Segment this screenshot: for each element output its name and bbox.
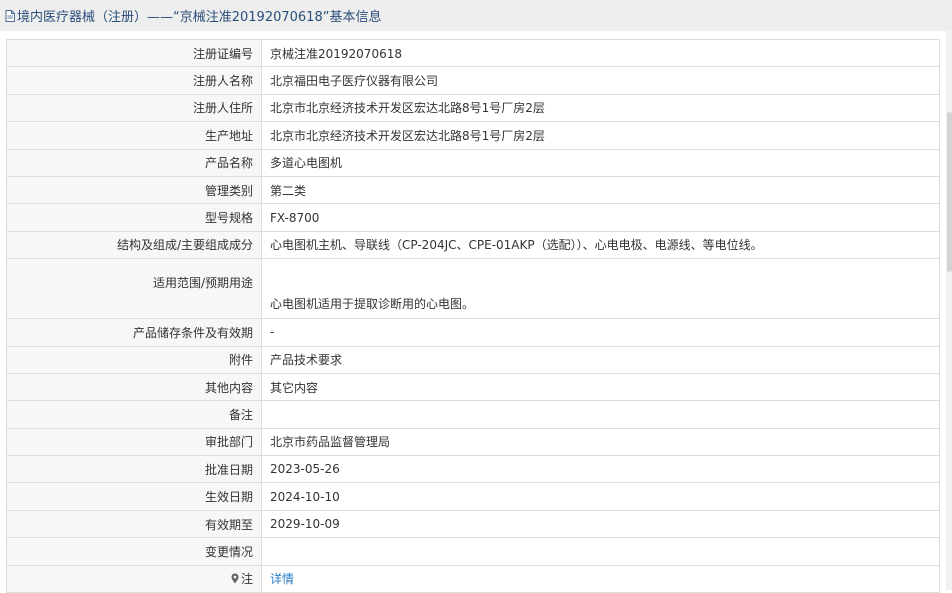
table-row: 注册人住所 北京市北京经济技术开发区宏达北路8号1号厂房2层 xyxy=(6,93,940,123)
table-row: 生效日期 2024-10-10 xyxy=(6,482,940,511)
field-value: 第二类 xyxy=(261,175,940,205)
field-label: 备注 xyxy=(6,400,262,429)
field-label: 注册人住所 xyxy=(6,93,262,123)
table-row: 型号规格 FX-8700 xyxy=(6,203,940,232)
field-value: 多道心电图机 xyxy=(261,148,940,177)
table-row: 产品储存条件及有效期 - xyxy=(6,318,940,347)
document-icon xyxy=(5,9,15,22)
field-label: 型号规格 xyxy=(6,203,262,232)
table-row: 管理类别 第二类 xyxy=(6,175,940,205)
field-label: 生产地址 xyxy=(6,121,262,150)
page-header: 境内医疗器械（注册）——“京械注准20192070618”基本信息 xyxy=(0,0,952,31)
field-label: 注册人名称 xyxy=(6,66,262,95)
page-title: 境内医疗器械（注册）——“京械注准20192070618”基本信息 xyxy=(17,10,382,25)
table-row: 适用范围/预期用途 心电图机适用于提取诊断用的心电图。 xyxy=(6,258,940,320)
field-value xyxy=(261,537,940,566)
field-value: 2023-05-26 xyxy=(261,455,940,484)
note-value-cell: 详情 xyxy=(261,564,940,593)
field-value: 北京市北京经济技术开发区宏达北路8号1号厂房2层 xyxy=(261,93,940,123)
field-label: 附件 xyxy=(6,345,262,374)
registration-info-table: 注册证编号 京械注准20192070618 注册人名称 北京福田电子医疗仪器有限公司注… xyxy=(6,38,940,593)
field-value: 2029-10-09 xyxy=(261,509,940,539)
field-label: 批准日期 xyxy=(6,455,262,484)
field-label: 管理类别 xyxy=(6,175,262,205)
note-label: 注 xyxy=(240,572,253,587)
field-label: 审批部门 xyxy=(6,427,262,457)
details-link[interactable]: 详情 xyxy=(270,572,294,586)
table-row: 附件 产品技术要求 xyxy=(6,345,940,374)
field-label: 生效日期 xyxy=(6,482,262,511)
field-value: 心电图机主机、导联线（CP-204JC、CPE-01AKP（选配））、心电电极、… xyxy=(261,230,940,260)
field-label: 适用范围/预期用途 xyxy=(6,258,262,320)
note-label-cell: 注 xyxy=(6,564,262,593)
table-row: 产品名称 多道心电图机 xyxy=(6,148,940,177)
field-value: 北京福田电子医疗仪器有限公司 xyxy=(261,66,940,95)
table-row: 批准日期 2023-05-26 xyxy=(6,455,940,484)
field-label: 产品名称 xyxy=(6,148,262,177)
field-label: 注册证编号 xyxy=(6,38,262,68)
field-label: 其他内容 xyxy=(6,372,262,402)
table-row: 变更情况 xyxy=(6,537,940,566)
field-label: 变更情况 xyxy=(6,537,262,566)
field-label: 有效期至 xyxy=(6,509,262,539)
table-row: 结构及组成/主要组成成分 心电图机主机、导联线（CP-204JC、CPE-01AK… xyxy=(6,230,940,260)
field-value: 产品技术要求 xyxy=(261,345,940,374)
field-value: 心电图机适用于提取诊断用的心电图。 xyxy=(261,258,940,320)
table-row: 生产地址 北京市北京经济技术开发区宏达北路8号1号厂房2层 xyxy=(6,121,940,150)
field-value xyxy=(261,400,940,429)
scrollbar-thumb[interactable] xyxy=(947,112,952,272)
note-row: 注 详情 xyxy=(6,564,940,593)
field-label: 产品储存条件及有效期 xyxy=(6,318,262,347)
table-row: 有效期至 2029-10-09 xyxy=(6,509,940,539)
field-label: 结构及组成/主要组成成分 xyxy=(6,230,262,260)
field-value: FX-8700 xyxy=(261,203,940,232)
field-value: 北京市北京经济技术开发区宏达北路8号1号厂房2层 xyxy=(261,121,940,150)
field-value: 2024-10-10 xyxy=(261,482,940,511)
map-pin-icon xyxy=(231,573,239,584)
table-row: 注册人名称 北京福田电子医疗仪器有限公司 xyxy=(6,66,940,95)
field-value: 京械注准20192070618 xyxy=(261,38,940,68)
field-value: - xyxy=(261,318,940,347)
table-row: 注册证编号 京械注准20192070618 xyxy=(6,38,940,68)
table-row: 审批部门 北京市药品监督管理局 xyxy=(6,427,940,457)
field-value: 北京市药品监督管理局 xyxy=(261,427,940,457)
table-row: 备注 xyxy=(6,400,940,429)
table-row: 其他内容 其它内容 xyxy=(6,372,940,402)
field-value: 其它内容 xyxy=(261,372,940,402)
